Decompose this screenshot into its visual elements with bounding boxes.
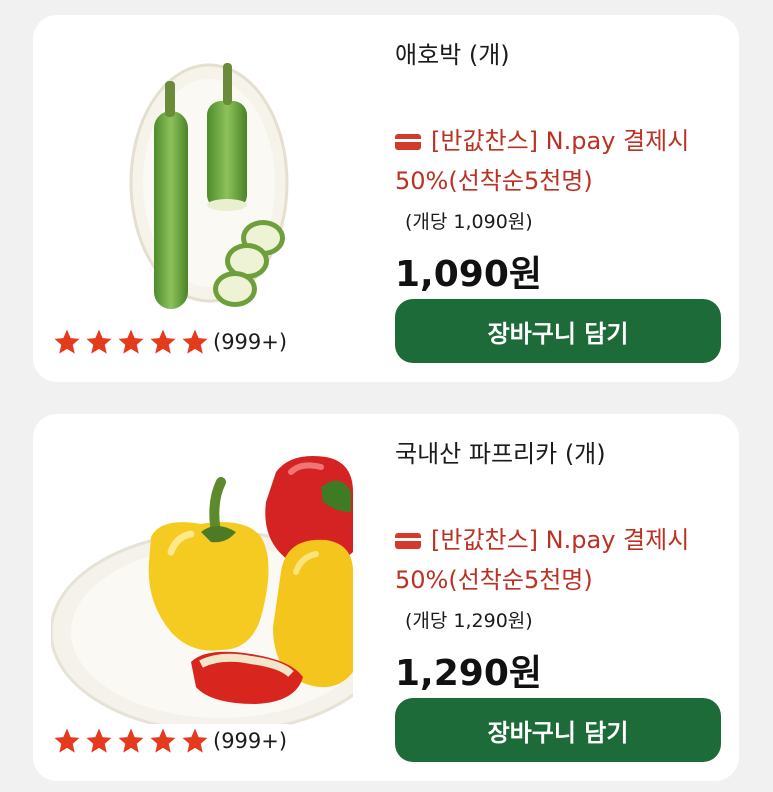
- credit-card-icon: [395, 134, 421, 150]
- product-card[interactable]: 애호박 (개) [반값찬스] N.pay 결제시 50%(선착순5천명) (개당…: [33, 15, 739, 382]
- rating-count: (999+): [213, 330, 288, 354]
- star-icon: [115, 327, 147, 357]
- rating: (999+): [51, 724, 296, 758]
- star-icon: [147, 327, 179, 357]
- product-name[interactable]: 애호박 (개): [395, 35, 510, 70]
- unit-price: (개당 1,290원): [405, 610, 533, 632]
- unit-price: (개당 1,090원): [405, 211, 533, 233]
- product-card[interactable]: 국내산 파프리카 (개) [반값찬스] N.pay 결제시 50%(선착순5천명…: [33, 414, 739, 781]
- star-icon: [179, 327, 211, 357]
- star-icon: [115, 726, 147, 756]
- add-to-cart-button[interactable]: 장바구니 담기: [395, 698, 721, 762]
- price: 1,090원: [395, 254, 542, 295]
- promo-text: [반값찬스] N.pay 결제시 50%(선착순5천명): [395, 520, 731, 600]
- rating-count: (999+): [213, 729, 288, 753]
- star-icon: [147, 726, 179, 756]
- promo-label: [반값찬스] N.pay 결제시 50%(선착순5천명): [395, 127, 690, 195]
- star-icon: [83, 726, 115, 756]
- zucchini-image[interactable]: [51, 33, 353, 333]
- paprika-image[interactable]: [49, 432, 393, 734]
- rating: (999+): [51, 325, 296, 359]
- product-name[interactable]: 국내산 파프리카 (개): [395, 434, 606, 469]
- star-icon: [51, 327, 83, 357]
- rating-stars: [51, 726, 211, 756]
- price: 1,290원: [395, 653, 542, 694]
- promo-text: [반값찬스] N.pay 결제시 50%(선착순5천명): [395, 121, 731, 201]
- credit-card-icon: [395, 533, 421, 549]
- rating-stars: [51, 327, 211, 357]
- promo-label: [반값찬스] N.pay 결제시 50%(선착순5천명): [395, 526, 690, 594]
- star-icon: [83, 327, 115, 357]
- star-icon: [179, 726, 211, 756]
- star-icon: [51, 726, 83, 756]
- add-to-cart-button[interactable]: 장바구니 담기: [395, 299, 721, 363]
